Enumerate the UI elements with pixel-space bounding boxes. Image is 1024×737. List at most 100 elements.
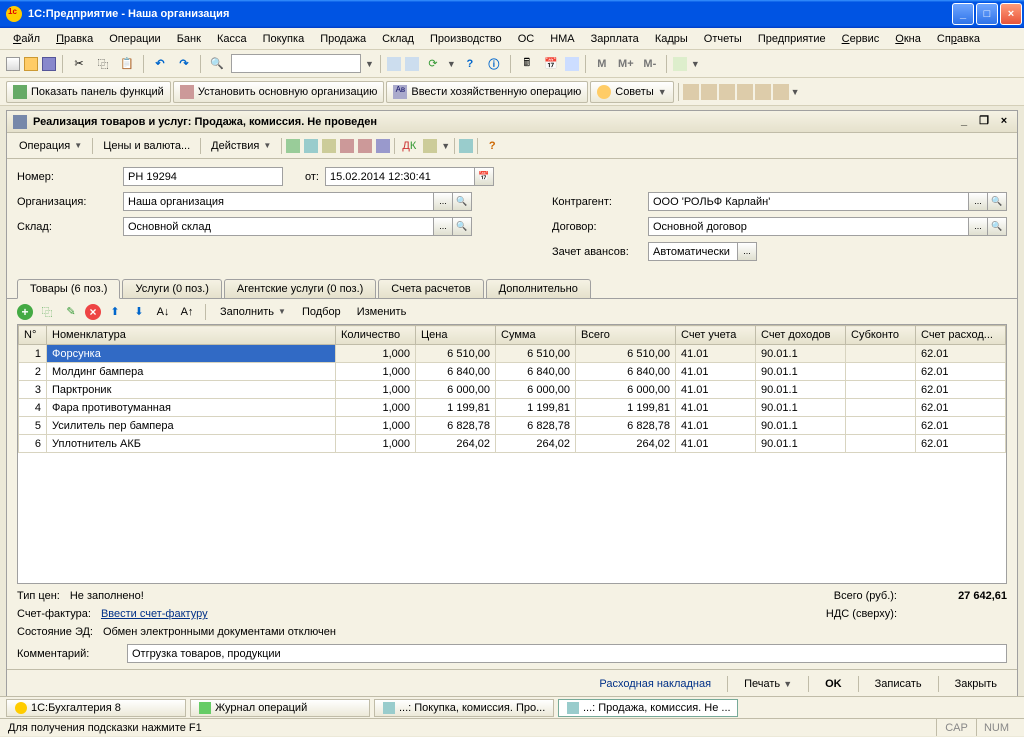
- contr-select-button[interactable]: ...: [969, 192, 988, 211]
- task-1c[interactable]: 1С:Бухгалтерия 8: [6, 699, 186, 717]
- menu-edit[interactable]: Правка: [49, 31, 100, 47]
- tab-accounts[interactable]: Счета расчетов: [378, 279, 483, 298]
- undo-icon[interactable]: ↶: [150, 54, 170, 74]
- sort-desc-button[interactable]: A↑: [177, 302, 197, 322]
- info-icon[interactable]: ⓘ: [484, 54, 504, 74]
- grid-col-7[interactable]: Счет доходов: [756, 326, 846, 345]
- avans-field[interactable]: [648, 242, 738, 261]
- doc-tool-4[interactable]: [340, 139, 354, 153]
- doc-restore-button[interactable]: ❐: [977, 115, 991, 129]
- maximize-button[interactable]: □: [976, 3, 998, 25]
- tool-icon-3[interactable]: [565, 57, 579, 71]
- prices-button[interactable]: Цены и валюта...: [97, 136, 196, 156]
- table-row[interactable]: 2Молдинг бампера1,0006 840,006 840,006 8…: [19, 363, 1006, 381]
- pick-button[interactable]: Подбор: [296, 302, 347, 322]
- table-row[interactable]: 5Усилитель пер бампера1,0006 828,786 828…: [19, 417, 1006, 435]
- tab-extra[interactable]: Дополнительно: [486, 279, 591, 298]
- grid-col-2[interactable]: Количество: [336, 326, 416, 345]
- menu-operations[interactable]: Операции: [102, 31, 167, 47]
- dogovor-search-button[interactable]: 🔍: [988, 217, 1007, 236]
- menu-sale[interactable]: Продажа: [313, 31, 373, 47]
- refresh-icon[interactable]: ⟳: [423, 54, 443, 74]
- move-up-button[interactable]: ⬆: [105, 302, 125, 322]
- tool4-dropdown-icon[interactable]: ▼: [691, 59, 700, 69]
- calendar-icon[interactable]: 📅: [541, 54, 561, 74]
- quick-dropdown-icon[interactable]: ▼: [791, 87, 800, 97]
- cut-icon[interactable]: ✂: [69, 54, 89, 74]
- save-icon[interactable]: [42, 57, 56, 71]
- grid-col-8[interactable]: Субконто: [846, 326, 916, 345]
- menu-production[interactable]: Производство: [423, 31, 509, 47]
- quick-icon-6[interactable]: [773, 84, 789, 100]
- grid-col-3[interactable]: Цена: [416, 326, 496, 345]
- menu-service[interactable]: Сервис: [835, 31, 887, 47]
- task-sale[interactable]: ...: Продажа, комиссия. Не ...: [558, 699, 738, 717]
- show-panel-button[interactable]: Показать панель функций: [6, 81, 171, 103]
- org-search-button[interactable]: 🔍: [453, 192, 472, 211]
- edit-button[interactable]: Изменить: [351, 302, 413, 322]
- menu-company[interactable]: Предприятие: [751, 31, 833, 47]
- new-icon[interactable]: [6, 57, 20, 71]
- doc-tool-dk[interactable]: ДК: [399, 136, 419, 156]
- zoom-icon[interactable]: 🔍: [207, 54, 227, 74]
- delete-row-button[interactable]: ×: [85, 304, 101, 320]
- ok-button[interactable]: OK: [815, 676, 852, 692]
- table-row[interactable]: 4Фара противотуманная1,0001 199,811 199,…: [19, 399, 1006, 417]
- operation-menu[interactable]: Операция▼: [13, 136, 88, 156]
- menu-bank[interactable]: Банк: [170, 31, 208, 47]
- move-down-button[interactable]: ⬇: [129, 302, 149, 322]
- grid-col-9[interactable]: Счет расход...: [916, 326, 1006, 345]
- set-org-button[interactable]: Установить основную организацию: [173, 81, 385, 103]
- contr-field[interactable]: [648, 192, 969, 211]
- quick-icon-1[interactable]: [683, 84, 699, 100]
- task-journal[interactable]: Журнал операций: [190, 699, 370, 717]
- table-row[interactable]: 1Форсунка1,0006 510,006 510,006 510,0041…: [19, 345, 1006, 363]
- menu-help[interactable]: Справка: [930, 31, 987, 47]
- sklad-field[interactable]: [123, 217, 434, 236]
- edit-row-button[interactable]: ✎: [61, 302, 81, 322]
- doc-tool-6[interactable]: [376, 139, 390, 153]
- menu-reports[interactable]: Отчеты: [697, 31, 749, 47]
- copy-row-button[interactable]: ⿻: [37, 302, 57, 322]
- doc-tool-8[interactable]: [459, 139, 473, 153]
- sf-link[interactable]: Ввести счет-фактуру: [101, 608, 208, 620]
- fill-menu[interactable]: Заполнить▼: [214, 302, 292, 322]
- menu-windows[interactable]: Окна: [888, 31, 928, 47]
- doc-tool-3[interactable]: [322, 139, 336, 153]
- grid-col-4[interactable]: Сумма: [496, 326, 576, 345]
- sort-asc-button[interactable]: A↓: [153, 302, 173, 322]
- goods-grid[interactable]: N°НоменклатураКоличествоЦенаСуммаВсегоСч…: [17, 324, 1007, 584]
- task-purchase[interactable]: ...: Покупка, комиссия. Про...: [374, 699, 554, 717]
- doc-tool-5[interactable]: [358, 139, 372, 153]
- grid-col-0[interactable]: N°: [19, 326, 47, 345]
- doc-tool-7[interactable]: [423, 139, 437, 153]
- dogovor-select-button[interactable]: ...: [969, 217, 988, 236]
- minimize-button[interactable]: _: [952, 3, 974, 25]
- copy-icon[interactable]: ⿻: [93, 54, 113, 74]
- mark-mminus-icon[interactable]: M-: [640, 54, 660, 74]
- print-menu[interactable]: Печать ▼: [734, 676, 802, 692]
- org-field[interactable]: [123, 192, 434, 211]
- tab-services[interactable]: Услуги (0 поз.): [122, 279, 221, 298]
- doc-tool-dropdown-icon[interactable]: ▼: [441, 141, 450, 151]
- close-button[interactable]: ×: [1000, 3, 1022, 25]
- sklad-search-button[interactable]: 🔍: [453, 217, 472, 236]
- paste-icon[interactable]: 📋: [117, 54, 137, 74]
- comment-field[interactable]: [127, 644, 1007, 663]
- tool-icon-2[interactable]: [405, 57, 419, 71]
- naklad-link[interactable]: Расходная накладная: [589, 676, 721, 692]
- quick-icon-3[interactable]: [719, 84, 735, 100]
- tab-goods[interactable]: Товары (6 поз.): [17, 279, 120, 299]
- refresh-dropdown-icon[interactable]: ▼: [447, 59, 456, 69]
- redo-icon[interactable]: ↷: [174, 54, 194, 74]
- grid-col-5[interactable]: Всего: [576, 326, 676, 345]
- doc-tool-1[interactable]: [286, 139, 300, 153]
- doc-tool-2[interactable]: [304, 139, 318, 153]
- write-button[interactable]: Записать: [865, 676, 932, 692]
- open-icon[interactable]: [24, 57, 38, 71]
- doc-close-button[interactable]: ×: [997, 115, 1011, 129]
- search-input[interactable]: [231, 54, 361, 73]
- menu-purchase[interactable]: Покупка: [256, 31, 312, 47]
- menu-os[interactable]: ОС: [511, 31, 542, 47]
- search-dropdown-icon[interactable]: ▼: [365, 59, 374, 69]
